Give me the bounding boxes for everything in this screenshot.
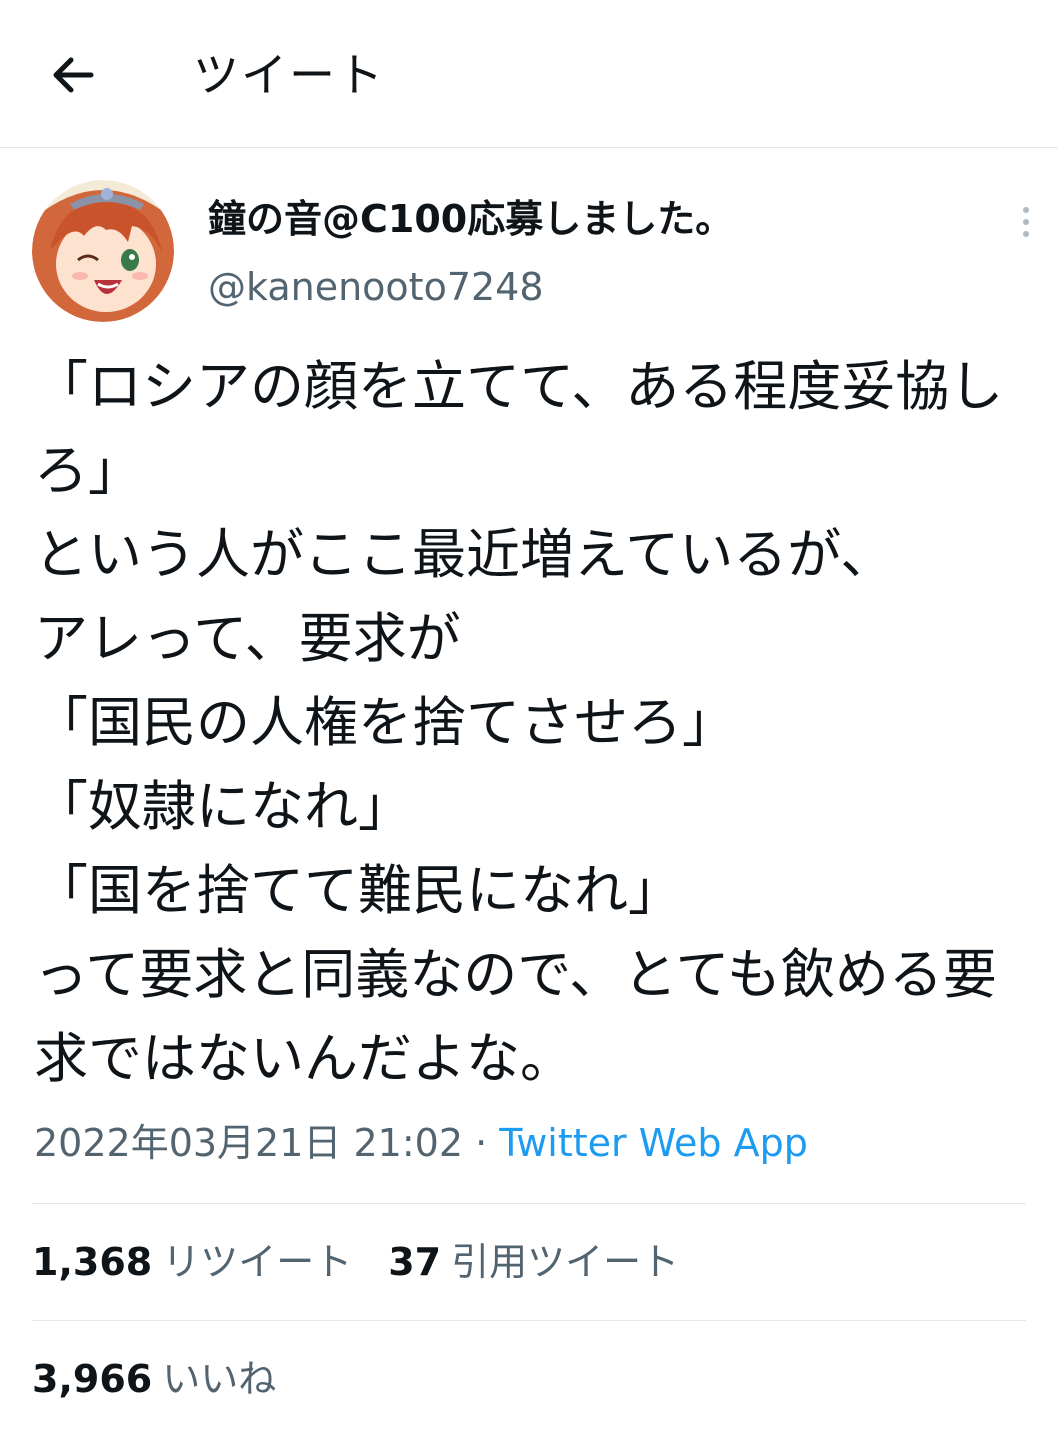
avatar-image [32, 180, 174, 322]
user-handle[interactable]: @kanenooto7248 [208, 262, 544, 312]
likes-count: 3,966 [32, 1357, 153, 1401]
back-button[interactable] [40, 42, 106, 108]
quotes-label: 引用ツイート [451, 1240, 680, 1284]
more-dots-icon [1023, 231, 1029, 237]
divider [32, 1320, 1026, 1321]
stats-row-retweets: 1,368 リツイート 37 引用ツイート [32, 1237, 715, 1287]
quotes-count: 37 [388, 1240, 442, 1284]
page-title: ツイート [193, 48, 385, 102]
tweet-timestamp[interactable]: 2022年03月21日 21:02 [34, 1121, 463, 1165]
retweets-count: 1,368 [32, 1240, 153, 1284]
divider [32, 1203, 1026, 1204]
quotes-stat[interactable]: 37 引用ツイート [388, 1237, 679, 1287]
stats-row-likes: 3,966 いいね [32, 1354, 312, 1404]
header-bar: ツイート [0, 0, 1058, 148]
tweet-text: 「ロシアの顔を立てて、ある程度妥協しろ」 という人がここ最近増えているが、 アレ… [34, 355, 1004, 1090]
meta-separator: · [463, 1121, 500, 1165]
more-dots-icon [1023, 207, 1029, 213]
arrow-left-icon [53, 57, 94, 93]
avatar[interactable] [32, 180, 174, 322]
tweet-source-link[interactable]: Twitter Web App [499, 1121, 808, 1165]
more-dots-icon [1023, 219, 1029, 225]
tweet-meta: 2022年03月21日 21:02 · Twitter Web App [34, 1118, 808, 1168]
likes-stat[interactable]: 3,966 いいね [32, 1354, 276, 1404]
more-options-button[interactable] [1008, 200, 1044, 244]
likes-label: いいね [162, 1357, 277, 1401]
display-name[interactable]: 鐘の音@C100応募しました。 [208, 194, 733, 244]
retweets-stat[interactable]: 1,368 リツイート [32, 1237, 352, 1287]
retweets-label: リツイート [162, 1240, 353, 1284]
